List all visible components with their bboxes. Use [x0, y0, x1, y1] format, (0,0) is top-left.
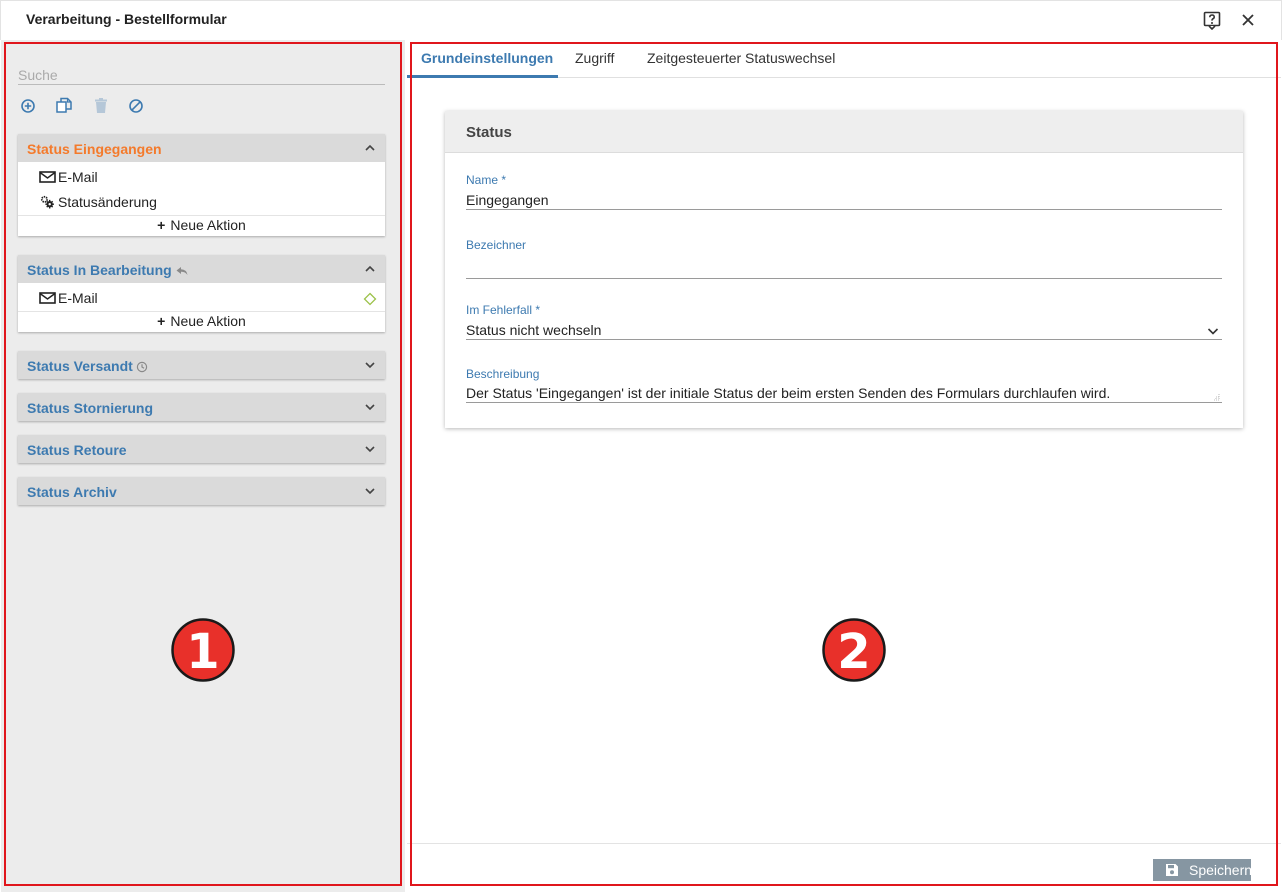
status-group-title: Status In Bearbeitung: [27, 262, 189, 278]
svg-text:1: 1: [186, 624, 219, 680]
description-textarea[interactable]: Der Status 'Eingegangen' ist der initial…: [466, 384, 1222, 403]
name-input[interactable]: Eingegangen: [466, 191, 1222, 210]
status-group-eingegangen: Status Eingegangen E-Mail Statusänderung…: [18, 134, 385, 236]
status-group-in-bearbeitung: Status In Bearbeitung E-Mail + Neue Aktio…: [18, 255, 385, 332]
status-group-archiv: Status Archiv: [18, 477, 385, 505]
action-label: E-Mail: [58, 290, 98, 306]
error-case-label: Im Fehlerfall *: [466, 303, 541, 317]
status-sidebar: Status Eingegangen E-Mail Statusänderung…: [1, 40, 405, 892]
identifier-label: Bezeichner: [466, 238, 527, 252]
status-card: Status Name * Eingegangen Bezeichner Im …: [445, 111, 1243, 428]
gears-icon: [40, 195, 54, 209]
diamond-icon: [363, 292, 377, 306]
trash-icon[interactable]: [91, 96, 111, 116]
tab-zugriff[interactable]: Zugriff: [575, 50, 614, 66]
help-icon[interactable]: [1202, 10, 1222, 30]
status-group-header[interactable]: Status Stornierung: [18, 393, 385, 421]
chevron-down-icon[interactable]: [363, 484, 377, 498]
tab-grundeinstellungen[interactable]: Grundeinstellungen: [421, 50, 553, 66]
chevron-down-icon[interactable]: [363, 358, 377, 372]
status-group-header[interactable]: Status Versandt: [18, 351, 385, 379]
new-action-button[interactable]: + Neue Aktion: [18, 311, 385, 332]
callout-badge-2: 2: [822, 618, 886, 682]
plus-icon: +: [157, 313, 166, 329]
resize-handle-icon[interactable]: [1212, 393, 1220, 401]
tab-zeitgesteuerter-statuswechsel[interactable]: Zeitgesteuerter Statuswechsel: [647, 50, 835, 66]
card-header: Status: [445, 111, 1243, 153]
description-field: Beschreibung Der Status 'Eingegangen' is…: [466, 367, 1222, 403]
mail-icon: [39, 292, 56, 304]
footer-bar: Speichern: [407, 843, 1281, 892]
save-button[interactable]: Speichern: [1153, 859, 1253, 881]
status-group-header[interactable]: Status Archiv: [18, 477, 385, 505]
status-group-header[interactable]: Status In Bearbeitung: [18, 255, 385, 283]
chevron-up-icon[interactable]: [363, 141, 377, 155]
chevron-up-icon[interactable]: [363, 262, 377, 276]
reply-icon: [176, 267, 188, 275]
status-group-retoure: Status Retoure: [18, 435, 385, 463]
copy-icon[interactable]: [55, 96, 75, 116]
chevron-down-icon[interactable]: [363, 442, 377, 456]
error-case-select[interactable]: Status nicht wechseln: [466, 321, 1222, 340]
status-group-versandt: Status Versandt: [18, 351, 385, 379]
action-item-email[interactable]: E-Mail: [18, 165, 385, 190]
error-case-field: Im Fehlerfall * Status nicht wechseln: [466, 303, 1222, 340]
status-group-title: Status Versandt: [27, 358, 148, 374]
chevron-down-icon[interactable]: [363, 400, 377, 414]
card-title: Status: [466, 124, 512, 141]
status-detail-panel: Grundeinstellungen Zugriff Zeitgesteuert…: [407, 40, 1281, 892]
chevron-down-icon[interactable]: [1206, 324, 1220, 338]
status-group-stornierung: Status Stornierung: [18, 393, 385, 421]
name-label: Name *: [466, 173, 507, 187]
close-icon[interactable]: [1238, 10, 1258, 30]
name-field: Name * Eingegangen: [466, 173, 1222, 210]
block-icon[interactable]: [127, 96, 147, 116]
search-input[interactable]: [18, 65, 385, 85]
save-label: Speichern: [1189, 862, 1253, 878]
status-group-title: Status Stornierung: [27, 400, 154, 416]
status-group-title: Status Retoure: [27, 442, 127, 458]
active-tab-indicator: [407, 75, 558, 78]
svg-text:2: 2: [837, 624, 870, 680]
action-label: Statusänderung: [58, 194, 157, 210]
window-titlebar: Verarbeitung - Bestellformular: [0, 0, 1282, 40]
status-group-title: Status Archiv: [27, 484, 117, 500]
action-item-email[interactable]: E-Mail: [18, 286, 385, 311]
identifier-field: Bezeichner: [466, 238, 1222, 279]
plus-circle-icon[interactable]: [19, 96, 39, 116]
tab-bar: Grundeinstellungen Zugriff Zeitgesteuert…: [407, 40, 1281, 78]
identifier-input[interactable]: [466, 260, 1222, 279]
new-action-button[interactable]: + Neue Aktion: [18, 215, 385, 236]
window-title: Verarbeitung - Bestellformular: [26, 11, 227, 27]
status-group-title: Status Eingegangen: [27, 141, 162, 157]
clock-icon: [136, 361, 148, 373]
floppy-icon: [1166, 864, 1178, 876]
description-label: Beschreibung: [466, 367, 540, 381]
callout-badge-1: 1: [171, 618, 235, 682]
status-group-header[interactable]: Status Eingegangen: [18, 134, 385, 162]
plus-icon: +: [157, 217, 166, 233]
mail-icon: [39, 171, 56, 183]
action-item-statusaenderung[interactable]: Statusänderung: [18, 190, 385, 215]
status-group-header[interactable]: Status Retoure: [18, 435, 385, 463]
action-label: E-Mail: [58, 169, 98, 185]
